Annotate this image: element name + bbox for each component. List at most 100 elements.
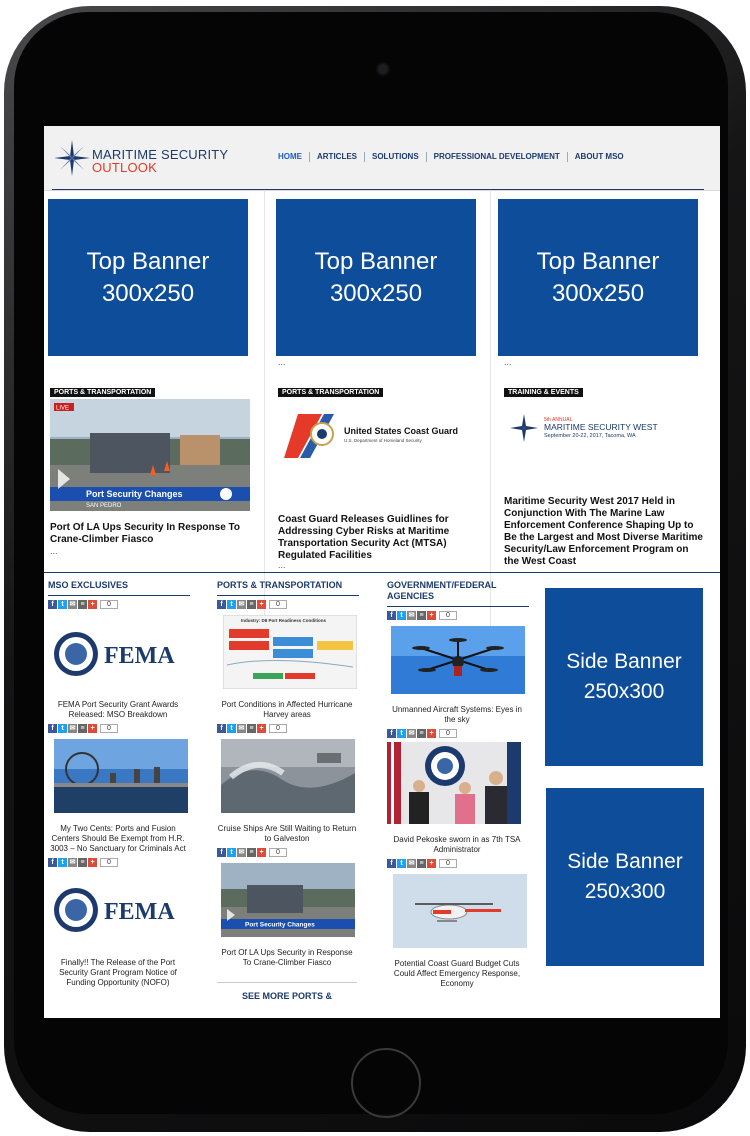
facebook-icon[interactable]: f xyxy=(48,600,57,609)
see-more-link[interactable]: SEE MORE PORTS & xyxy=(217,982,357,1001)
featured-article[interactable]: PORTS & TRANSPORTATION United States Coa… xyxy=(278,388,492,570)
print-icon[interactable]: ≡ xyxy=(417,859,426,868)
facebook-icon[interactable]: f xyxy=(217,724,226,733)
top-banner-ad[interactable]: Top Banner 300x250 xyxy=(48,199,248,356)
top-banner-ad[interactable]: Top Banner 300x250 xyxy=(276,199,476,356)
facebook-icon[interactable]: f xyxy=(387,859,396,868)
email-icon[interactable]: ✉ xyxy=(407,729,416,738)
email-icon[interactable]: ✉ xyxy=(237,848,246,857)
twitter-icon[interactable]: t xyxy=(227,600,236,609)
email-icon[interactable]: ✉ xyxy=(68,858,77,867)
article-caption[interactable]: Finally!! The Release of the Port Securi… xyxy=(48,958,188,988)
section-heading[interactable]: GOVERNMENT/FEDERAL AGENCIES xyxy=(387,580,529,607)
print-icon[interactable]: ≡ xyxy=(417,611,426,620)
article-caption[interactable]: FEMA Port Security Grant Awards Released… xyxy=(48,700,188,720)
helicopter-image[interactable] xyxy=(393,874,527,948)
plus-icon[interactable]: + xyxy=(257,600,266,609)
article-title[interactable]: Port Of LA Ups Security In Response To C… xyxy=(50,522,264,546)
facebook-icon[interactable]: f xyxy=(217,848,226,857)
featured-articles: PORTS & TRANSPORTATION LIVE Port Securit… xyxy=(44,388,720,570)
twitter-icon[interactable]: t xyxy=(397,611,406,620)
print-icon[interactable]: ≡ xyxy=(417,729,426,738)
twitter-icon[interactable]: t xyxy=(397,729,406,738)
email-icon[interactable]: ✉ xyxy=(407,859,416,868)
print-icon[interactable]: ≡ xyxy=(78,724,87,733)
article-title[interactable]: Coast Guard Releases Guidlines for Addre… xyxy=(278,514,492,562)
video-caption: Port Security Changes xyxy=(245,922,315,929)
featured-article[interactable]: TRAINING & EVENTS 5th ANNUAL MARITIME SE… xyxy=(504,388,718,568)
article-thumbnail[interactable]: LIVE Port Security Changes SAN PEDRO xyxy=(50,399,250,511)
nav-articles[interactable]: ARTICLES xyxy=(309,152,364,162)
facebook-icon[interactable]: f xyxy=(48,724,57,733)
section-heading[interactable]: PORTS & TRANSPORTATION xyxy=(217,580,359,596)
swearing-in-photo[interactable] xyxy=(387,742,521,824)
nav-home[interactable]: HOME xyxy=(269,152,309,162)
top-banner-ad[interactable]: Top Banner 300x250 xyxy=(498,199,698,356)
article-caption[interactable]: Potential Coast Guard Budget Cuts Could … xyxy=(387,959,527,989)
plus-icon[interactable]: + xyxy=(427,611,436,620)
email-icon[interactable]: ✉ xyxy=(68,724,77,733)
article-caption[interactable]: David Pekoske sworn in as 7th TSA Admini… xyxy=(387,835,527,855)
side-banner-ad[interactable]: Side Banner 250x300 xyxy=(545,588,703,766)
banner-label: Top Banner xyxy=(86,247,210,275)
print-icon[interactable]: ≡ xyxy=(247,600,256,609)
banner-size: 250x300 xyxy=(584,880,666,903)
home-button[interactable] xyxy=(351,1048,421,1118)
twitter-icon[interactable]: t xyxy=(58,724,67,733)
email-icon[interactable]: ✉ xyxy=(407,611,416,620)
article-caption[interactable]: Cruise Ships Are Still Waiting to Return… xyxy=(217,824,357,844)
facebook-icon[interactable]: f xyxy=(48,858,57,867)
fema-logo[interactable]: FEMA xyxy=(48,625,182,683)
banner-size: 300x250 xyxy=(101,279,195,307)
port-skyline-image[interactable] xyxy=(54,739,188,813)
plus-icon[interactable]: + xyxy=(427,729,436,738)
plus-icon[interactable]: + xyxy=(427,859,436,868)
article-title[interactable]: Maritime Security West 2017 Held in Conj… xyxy=(504,496,704,568)
facebook-icon[interactable]: f xyxy=(387,729,396,738)
plus-icon[interactable]: + xyxy=(88,724,97,733)
article-caption[interactable]: Port Of LA Ups Security in Response To C… xyxy=(217,948,357,968)
email-icon[interactable]: ✉ xyxy=(237,600,246,609)
facebook-icon[interactable]: f xyxy=(217,600,226,609)
section-heading[interactable]: MSO EXCLUSIVES xyxy=(48,580,190,596)
twitter-icon[interactable]: t xyxy=(397,859,406,868)
event-logo[interactable]: 5th ANNUAL MARITIME SECURITY WEST Septem… xyxy=(506,410,706,450)
site-logo[interactable]: MARITIME SECURITY OUTLOOK xyxy=(54,140,254,176)
article-caption[interactable]: Port Conditions in Affected Hurricane Ha… xyxy=(217,700,357,720)
facebook-icon[interactable]: f xyxy=(387,611,396,620)
coast-guard-logo[interactable]: United States Coast Guard U.S. Departmen… xyxy=(284,414,484,474)
nav-professional-development[interactable]: PROFESSIONAL DEVELOPMENT xyxy=(425,152,567,162)
plus-icon[interactable]: + xyxy=(88,858,97,867)
storm-waves-image[interactable] xyxy=(221,739,355,813)
plus-icon[interactable]: + xyxy=(88,600,97,609)
twitter-icon[interactable]: t xyxy=(227,724,236,733)
category-tag[interactable]: TRAINING & EVENTS xyxy=(504,388,583,397)
print-icon[interactable]: ≡ xyxy=(247,724,256,733)
twitter-icon[interactable]: t xyxy=(58,600,67,609)
screen: MARITIME SECURITY OUTLOOK HOME ARTICLES … xyxy=(44,126,720,1018)
print-icon[interactable]: ≡ xyxy=(247,848,256,857)
fema-logo[interactable]: FEMA xyxy=(48,881,182,939)
share-count: 0 xyxy=(100,724,118,733)
email-icon[interactable]: ✉ xyxy=(237,724,246,733)
plus-icon[interactable]: + xyxy=(257,848,266,857)
print-icon[interactable]: ≡ xyxy=(78,600,87,609)
article-thumbnail[interactable]: Port Security Changes xyxy=(221,863,355,937)
plus-icon[interactable]: + xyxy=(257,724,266,733)
featured-article[interactable]: PORTS & TRANSPORTATION LIVE Port Securit… xyxy=(50,388,264,568)
email-icon[interactable]: ✉ xyxy=(68,600,77,609)
print-icon[interactable]: ≡ xyxy=(78,858,87,867)
event-dates: September 20-22, 2017, Tacoma, WA xyxy=(544,433,636,439)
twitter-icon[interactable]: t xyxy=(58,858,67,867)
nav-solutions[interactable]: SOLUTIONS xyxy=(364,152,426,162)
article-caption[interactable]: Unmanned Aircraft Systems: Eyes in the s… xyxy=(387,705,527,725)
share-bar: f t ✉ ≡ +0 xyxy=(48,600,198,609)
drone-image[interactable] xyxy=(391,626,525,694)
category-tag[interactable]: PORTS & TRANSPORTATION xyxy=(50,388,156,397)
port-conditions-map[interactable]: Industry: D8 Port Readiness Conditions xyxy=(222,614,358,690)
nav-about[interactable]: ABOUT MSO xyxy=(566,152,631,162)
side-banner-ad[interactable]: Side Banner 250x300 xyxy=(546,788,704,966)
category-tag[interactable]: PORTS & TRANSPORTATION xyxy=(278,388,384,397)
article-caption[interactable]: My Two Cents: Ports and Fusion Centers S… xyxy=(48,824,188,854)
twitter-icon[interactable]: t xyxy=(227,848,236,857)
